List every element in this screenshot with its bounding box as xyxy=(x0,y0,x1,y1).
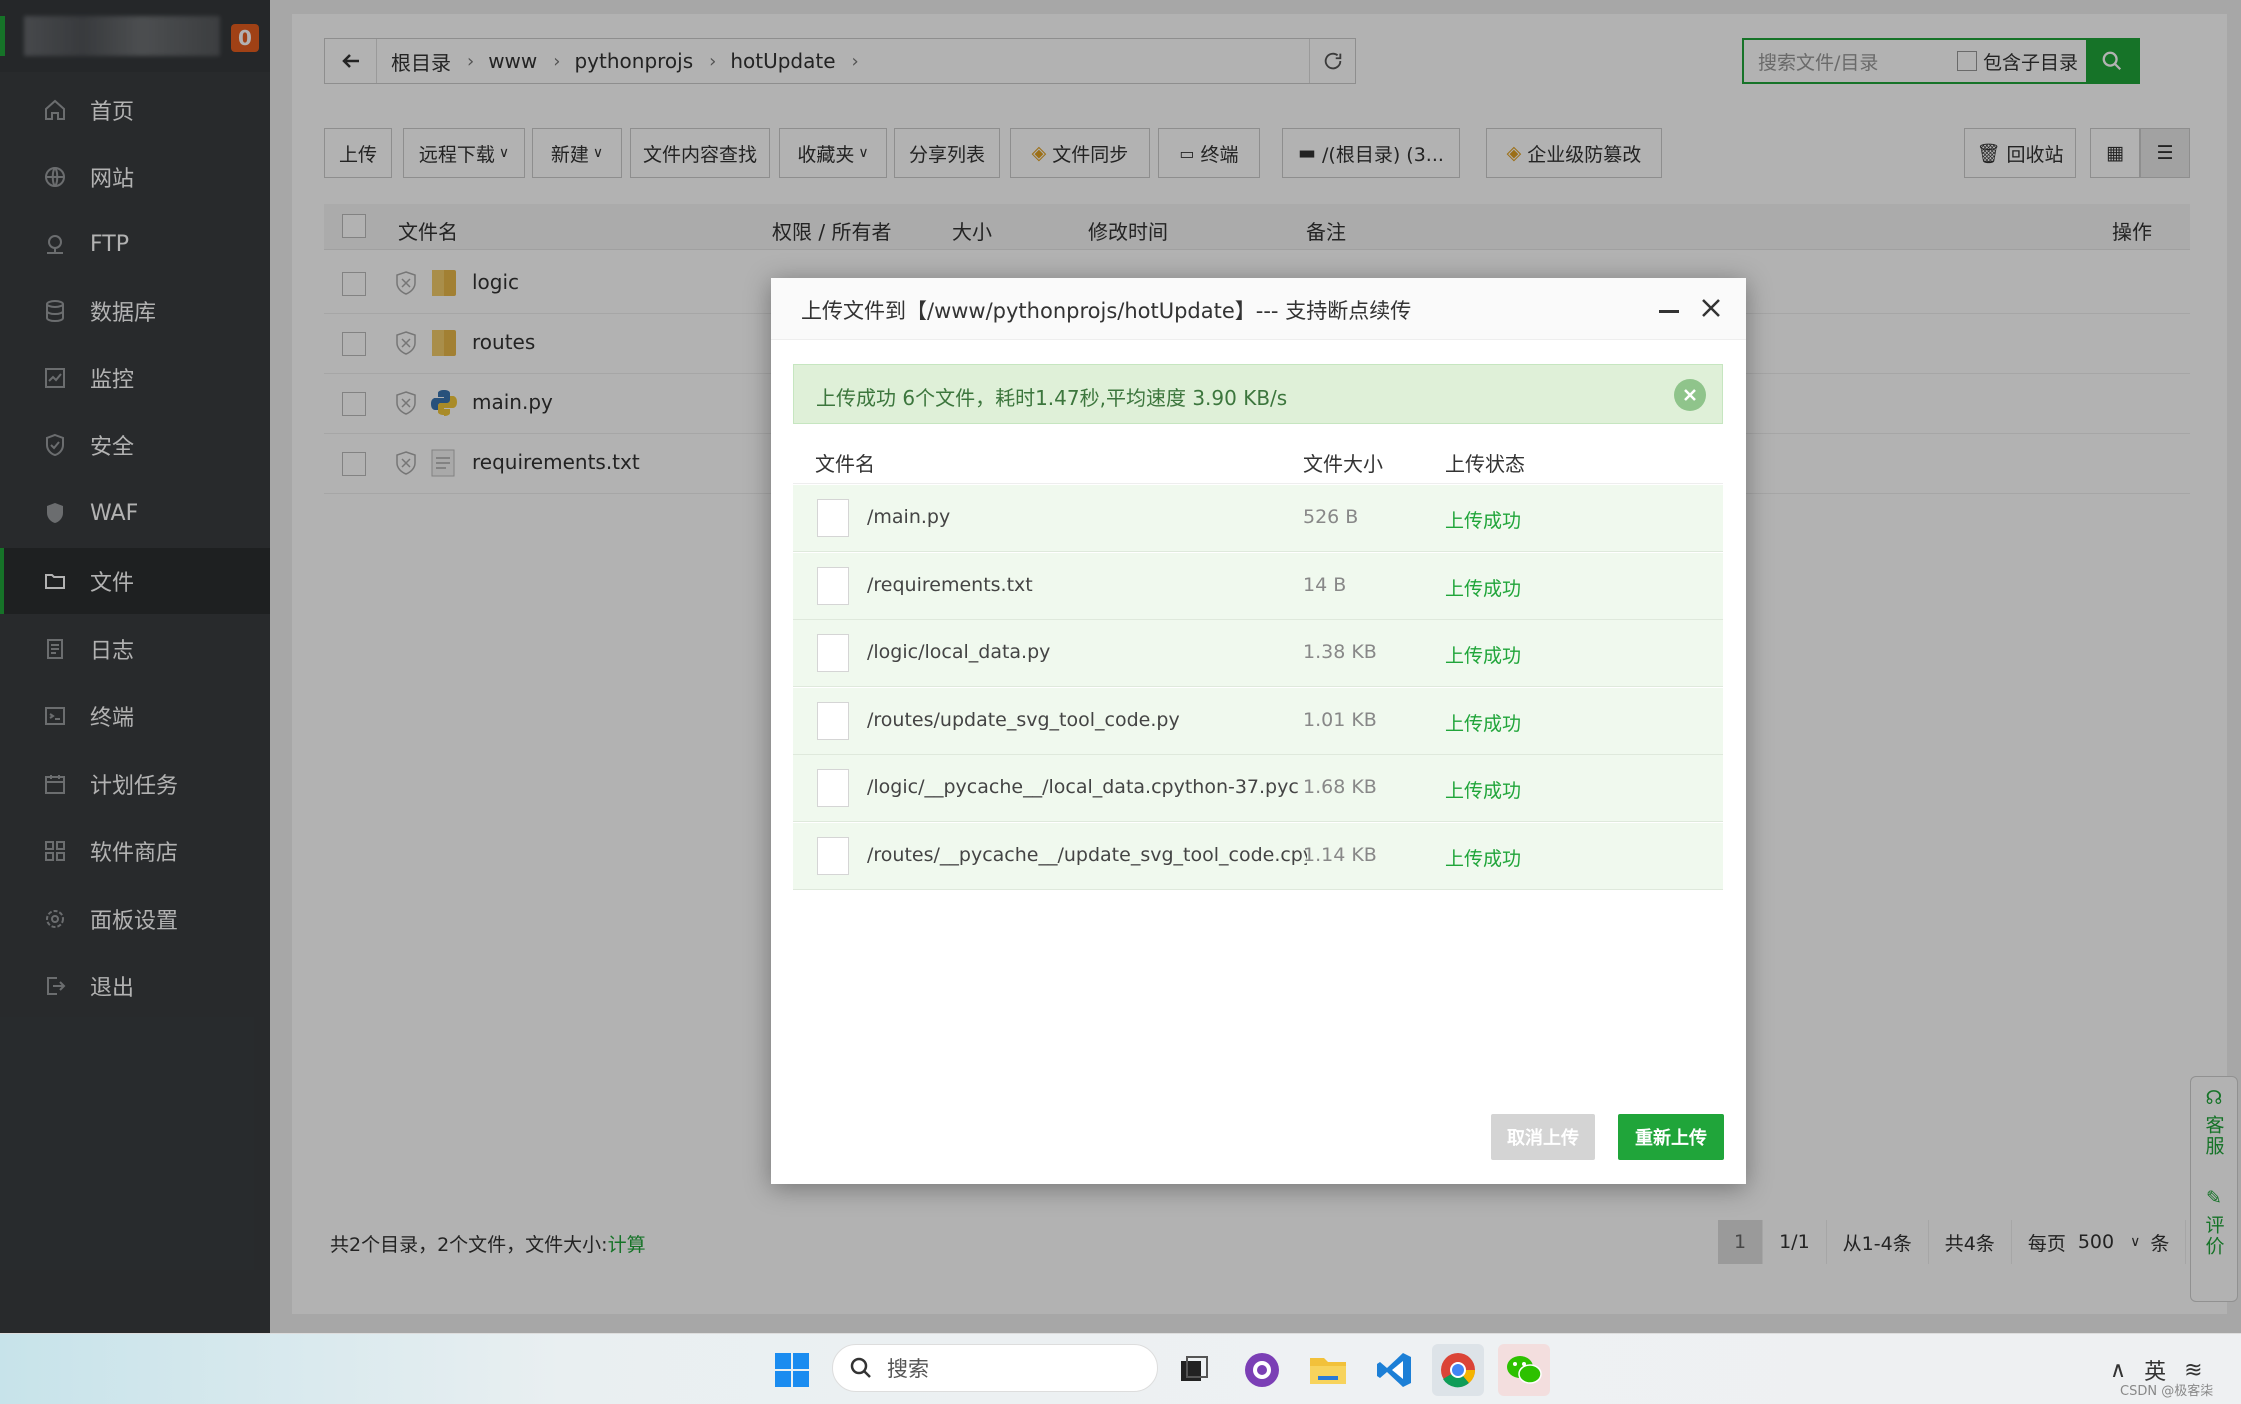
list-item: /routes/__pycache__/update_svg_tool_code… xyxy=(793,823,1723,890)
upload-dialog: 上传文件到【/www/pythonprojs/hotUpdate】--- 支持断… xyxy=(771,278,1746,1184)
search-icon xyxy=(850,1357,871,1378)
watermark: CSDN @极客柒 xyxy=(2120,1384,2214,1399)
file-size: 14 B xyxy=(1303,574,1347,596)
banner-text: 上传成功 6个文件，耗时1.47秒,平均速度 3.90 KB/s xyxy=(816,386,1288,410)
windows-icon xyxy=(775,1353,809,1387)
file-icon xyxy=(817,499,849,537)
list-item: /requirements.txt 14 B 上传成功 xyxy=(793,553,1723,620)
wifi-icon[interactable]: ≋ xyxy=(2184,1358,2202,1383)
upload-list-header: 文件名 文件大小 上传状态 xyxy=(793,434,1723,484)
github-desktop-icon[interactable] xyxy=(1236,1344,1288,1396)
file-path: /logic/local_data.py xyxy=(867,641,1051,663)
file-path: /logic/__pycache__/local_data.cpython-37… xyxy=(867,776,1299,798)
file-path: /routes/__pycache__/update_svg_tool_code… xyxy=(867,844,1307,866)
taskbar-search-label: 搜索 xyxy=(887,1357,929,1381)
file-size: 526 B xyxy=(1303,506,1359,528)
minimize-icon[interactable] xyxy=(1659,310,1679,313)
list-item: /main.py 526 B 上传成功 xyxy=(793,485,1723,552)
col-filesize: 文件大小 xyxy=(1303,452,1383,476)
file-explorer-icon[interactable] xyxy=(1302,1344,1354,1396)
list-item: /routes/update_svg_tool_code.py 1.01 KB 上传… xyxy=(793,688,1723,755)
upload-status: 上传成功 xyxy=(1445,510,1522,532)
list-item: /logic/local_data.py 1.38 KB 上传成功 xyxy=(793,620,1723,687)
file-icon xyxy=(817,634,849,672)
chevron-up-icon[interactable]: ∧ xyxy=(2110,1358,2126,1383)
close-icon[interactable] xyxy=(1697,294,1725,322)
upload-success-banner: 上传成功 6个文件，耗时1.47秒,平均速度 3.90 KB/s xyxy=(793,364,1723,424)
file-icon xyxy=(817,769,849,807)
file-path: /requirements.txt xyxy=(867,574,1033,596)
dialog-title: 上传文件到【/www/pythonprojs/hotUpdate】--- 支持断… xyxy=(801,299,1412,323)
upload-status: 上传成功 xyxy=(1445,713,1522,735)
start-button[interactable] xyxy=(766,1344,818,1396)
cancel-upload-button[interactable]: 取消上传 xyxy=(1491,1114,1595,1160)
task-view-icon[interactable] xyxy=(1168,1344,1220,1396)
file-size: 1.68 KB xyxy=(1303,776,1377,798)
file-size: 1.14 KB xyxy=(1303,844,1377,866)
reupload-button[interactable]: 重新上传 xyxy=(1618,1114,1724,1160)
upload-status: 上传成功 xyxy=(1445,780,1522,802)
wechat-icon[interactable] xyxy=(1498,1344,1550,1396)
taskbar-search[interactable]: 搜索 xyxy=(832,1344,1158,1392)
file-icon xyxy=(817,702,849,740)
file-icon xyxy=(817,837,849,875)
dismiss-banner-icon[interactable] xyxy=(1674,379,1706,411)
col-status: 上传状态 xyxy=(1445,452,1525,476)
file-path: /main.py xyxy=(867,506,951,528)
col-filename: 文件名 xyxy=(815,452,875,476)
upload-status: 上传成功 xyxy=(1445,578,1522,600)
list-item: /logic/__pycache__/local_data.cpython-37… xyxy=(793,755,1723,822)
file-size: 1.01 KB xyxy=(1303,709,1377,731)
upload-status: 上传成功 xyxy=(1445,848,1522,870)
chrome-icon[interactable] xyxy=(1432,1344,1484,1396)
taskbar: 搜索 ∧ 英 ≋ CSDN @极客柒 xyxy=(0,1333,2241,1404)
file-icon xyxy=(817,567,849,605)
file-size: 1.38 KB xyxy=(1303,641,1377,663)
upload-status: 上传成功 xyxy=(1445,645,1522,667)
vscode-icon[interactable] xyxy=(1368,1344,1420,1396)
file-path: /routes/update_svg_tool_code.py xyxy=(867,709,1180,731)
